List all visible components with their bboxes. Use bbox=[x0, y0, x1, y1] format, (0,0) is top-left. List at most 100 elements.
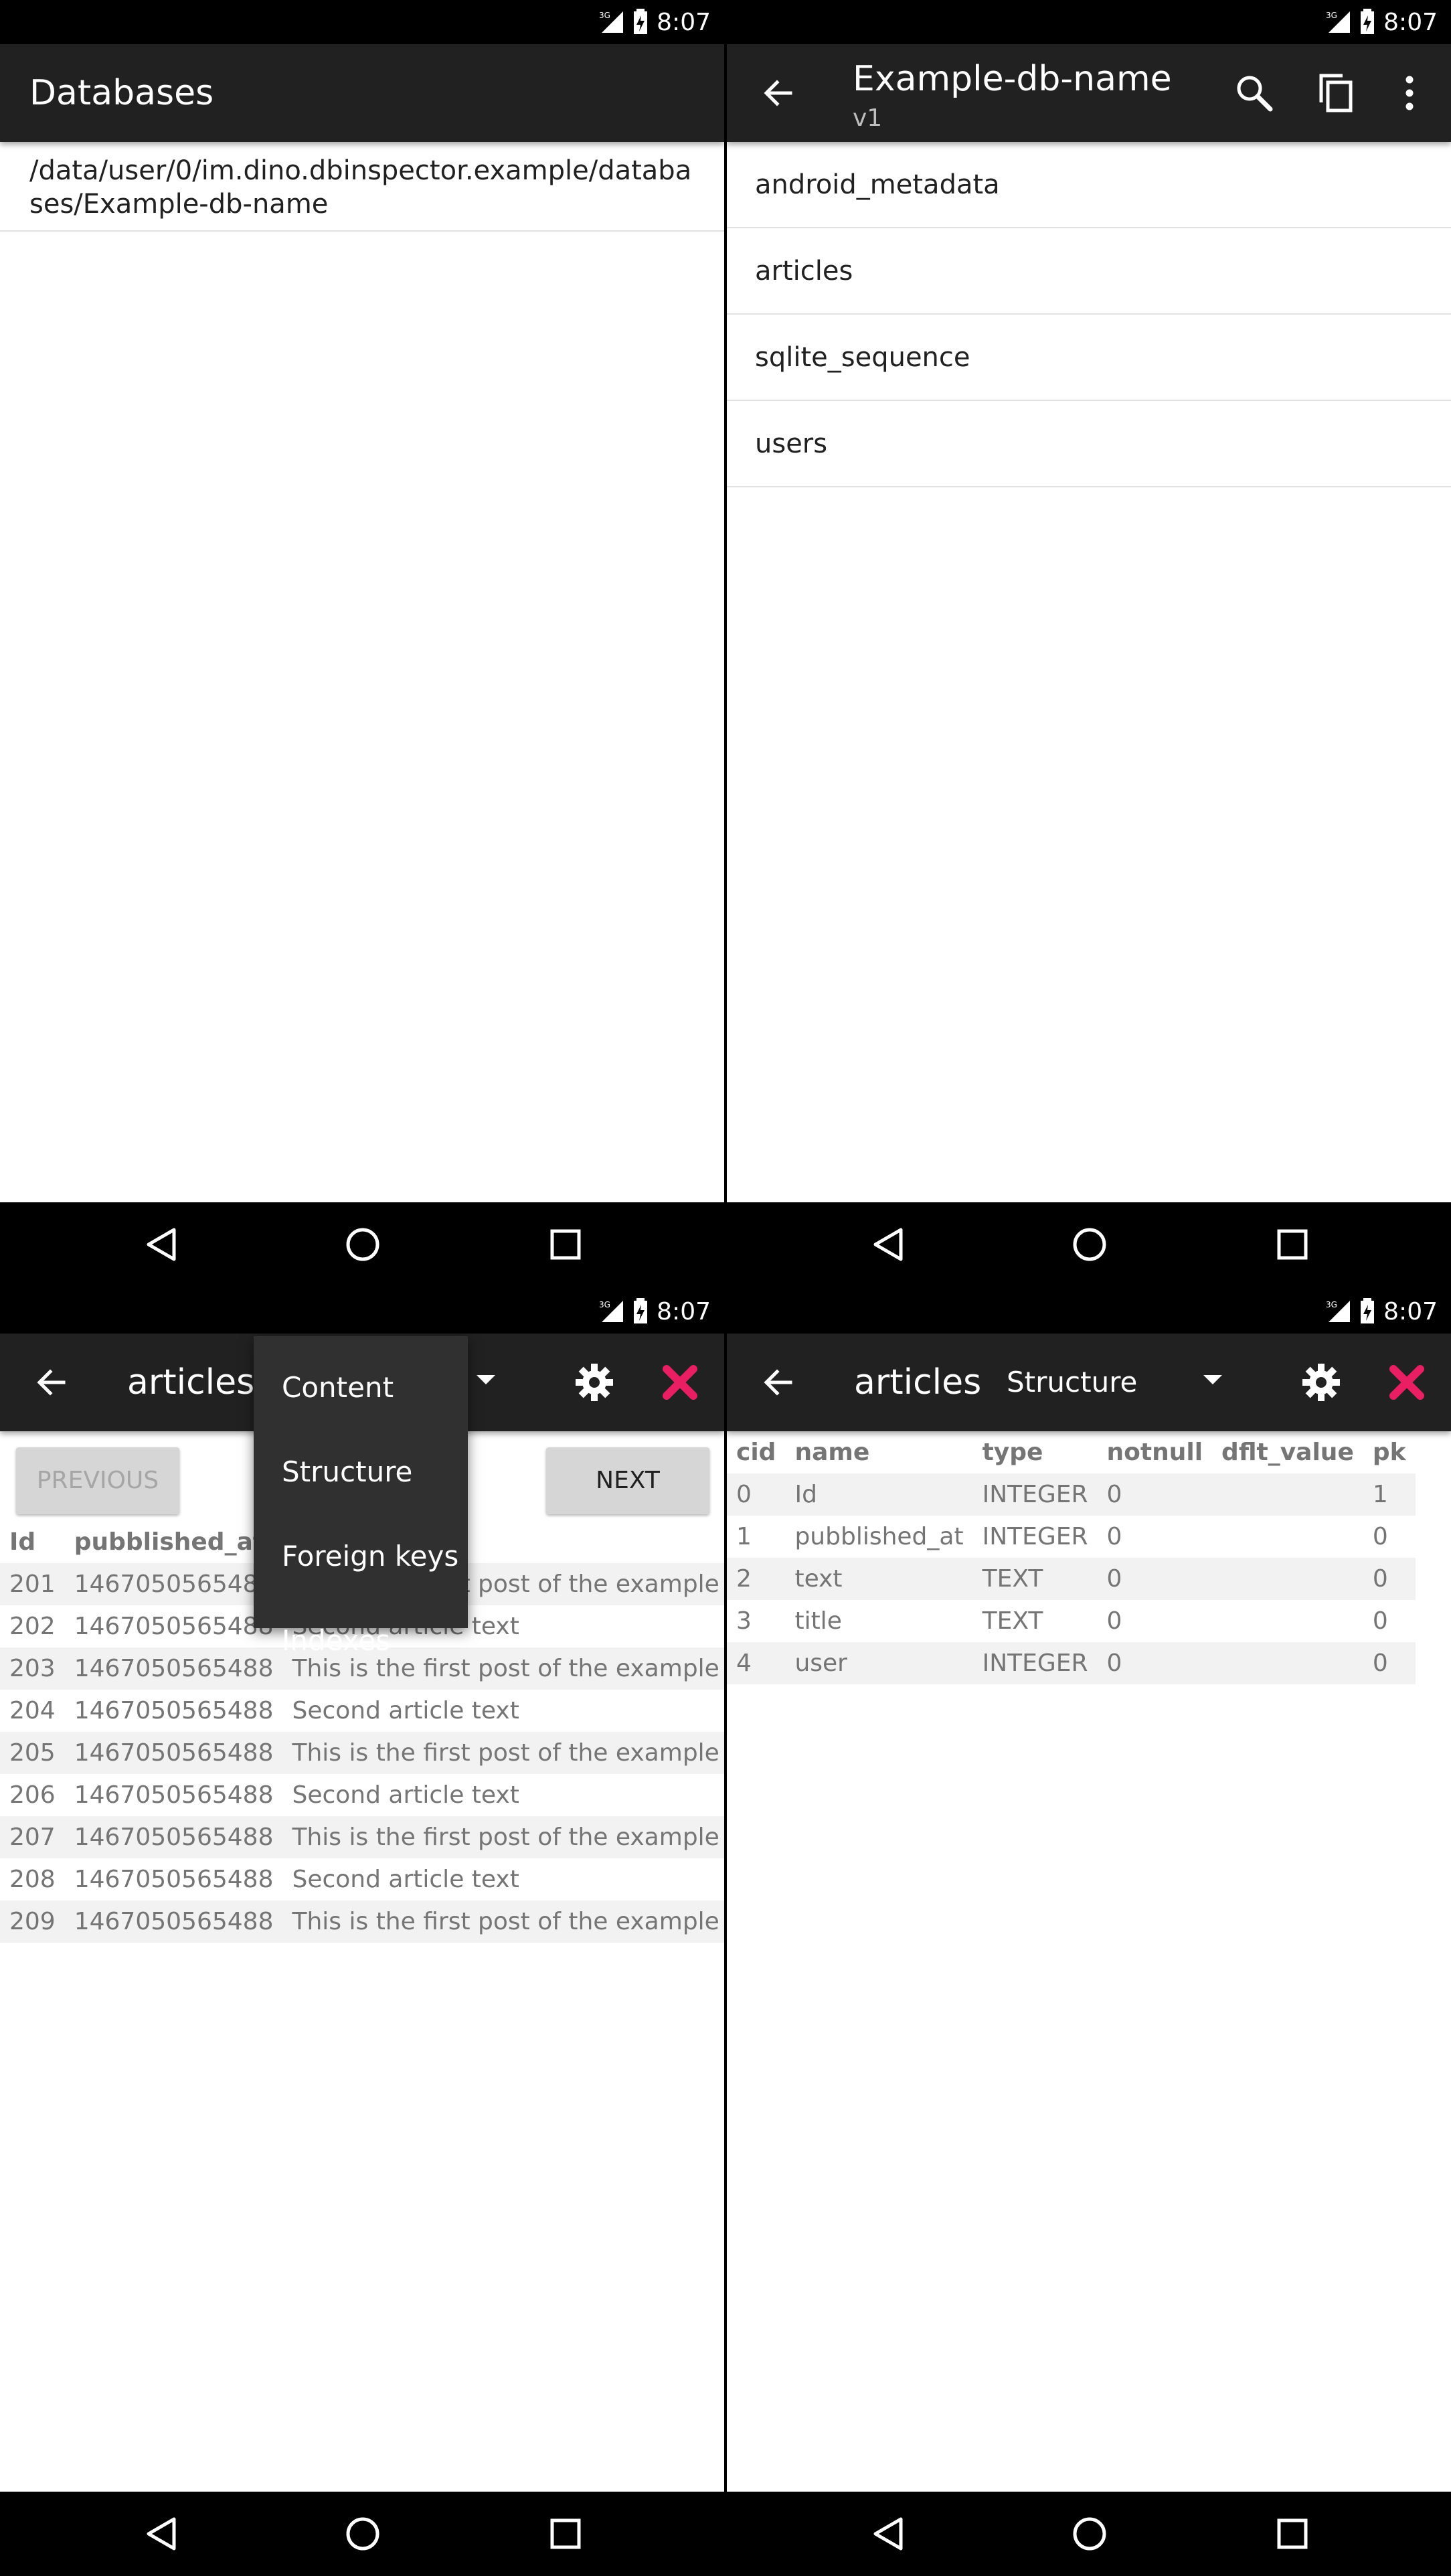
database-list-item[interactable]: /data/user/0/im.dino.dbinspector.example… bbox=[0, 142, 724, 232]
copy-icon[interactable] bbox=[1312, 69, 1360, 117]
table-cell: Second article text bbox=[292, 1781, 519, 1809]
close-icon[interactable] bbox=[1383, 1358, 1431, 1406]
table-title: articles bbox=[127, 1362, 255, 1402]
menu-item-structure[interactable]: Structure bbox=[254, 1430, 468, 1514]
table-cell: 0 bbox=[1372, 1523, 1388, 1550]
page-title: Databases bbox=[29, 73, 214, 113]
battery-charging-icon bbox=[1361, 9, 1375, 34]
table-cell: 201 bbox=[0, 1563, 65, 1605]
settings-gear-icon[interactable] bbox=[1297, 1358, 1345, 1406]
battery-charging-icon bbox=[634, 9, 648, 34]
table-cell bbox=[1212, 1642, 1363, 1684]
table-cell: 203 bbox=[0, 1647, 65, 1690]
svg-text:3G: 3G bbox=[1326, 1300, 1337, 1309]
table-cell: user bbox=[785, 1642, 973, 1684]
table-row[interactable]: 2 text TEXT 0 0 bbox=[727, 1558, 1416, 1600]
table-row[interactable]: 2041467050565488Second article textS bbox=[0, 1690, 724, 1732]
battery-charging-icon bbox=[634, 1298, 648, 1323]
table-row[interactable]: 2101467050565488Second article textS bbox=[0, 1943, 724, 1949]
nav-back-icon[interactable] bbox=[867, 1224, 908, 1265]
status-bar: 3G 8:07 bbox=[0, 1289, 724, 1334]
table-row[interactable]: 207 1467050565488 This is the first post o… bbox=[0, 1816, 724, 1858]
nav-home-icon[interactable] bbox=[1070, 2514, 1110, 2554]
nav-recents-icon[interactable] bbox=[545, 1224, 586, 1265]
table-row[interactable]: 1 pubblished_at INTEGER 0 0 bbox=[727, 1516, 1416, 1558]
nav-back-icon[interactable] bbox=[141, 2514, 181, 2554]
battery-charging-icon bbox=[1361, 1298, 1375, 1323]
table-cell: 1467050565488 bbox=[64, 1563, 283, 1605]
table-list-item[interactable]: users bbox=[727, 401, 1451, 487]
back-arrow-icon[interactable] bbox=[756, 71, 800, 115]
signal-3g-icon: 3G bbox=[599, 1300, 624, 1322]
status-time: 8:07 bbox=[1383, 8, 1438, 36]
table-cell: 1467050565488 bbox=[74, 1613, 274, 1640]
table-list-item[interactable]: android_metadata bbox=[727, 142, 1451, 228]
table-cell: 1467050565488 bbox=[65, 1943, 283, 1949]
svg-text:3G: 3G bbox=[1326, 11, 1337, 20]
nav-back-icon[interactable] bbox=[141, 1224, 181, 1265]
table-row[interactable]: 205 1467050565488 This is the first post o… bbox=[0, 1732, 724, 1774]
table-cell: 207 bbox=[0, 1816, 65, 1858]
table-cell: This is the first post of the example ap… bbox=[282, 1901, 724, 1943]
back-arrow-icon[interactable] bbox=[29, 1360, 74, 1404]
menu-item-foreign-keys[interactable]: Foreign keys bbox=[254, 1514, 468, 1599]
table-header-row: cid name type notnull dflt_value pk bbox=[727, 1431, 1416, 1473]
column-header: name bbox=[794, 1439, 870, 1466]
table-row[interactable]: 2061467050565488Second article textS bbox=[0, 1774, 724, 1816]
view-mode-spinner[interactable]: Structure bbox=[1007, 1334, 1137, 1431]
table-cell: 205 bbox=[0, 1732, 65, 1774]
table-cell: 206 bbox=[9, 1781, 56, 1809]
dropdown-arrow-icon[interactable] bbox=[477, 1375, 495, 1384]
db-version: v1 bbox=[853, 104, 883, 132]
previous-button[interactable]: PREVIOUS bbox=[16, 1447, 179, 1514]
nav-home-icon[interactable] bbox=[343, 1224, 383, 1265]
next-button[interactable]: NEXT bbox=[546, 1447, 709, 1514]
table-cell bbox=[1212, 1600, 1363, 1642]
menu-item-indexes[interactable]: Indexes bbox=[254, 1599, 468, 1683]
table-cell: 0 bbox=[1363, 1558, 1416, 1600]
table-cell: 4 bbox=[727, 1642, 786, 1684]
structure-table: cid name type notnull dflt_value pk 0 Id INTEGER… bbox=[727, 1431, 1416, 1684]
table-row[interactable]: 209 1467050565488 This is the first post o… bbox=[0, 1901, 724, 1943]
table-cell: INTEGER bbox=[972, 1473, 1098, 1516]
table-list-item[interactable]: articles bbox=[727, 228, 1451, 315]
table-cell: 209 bbox=[0, 1901, 65, 1943]
table-cell: 0 bbox=[1097, 1558, 1213, 1600]
close-icon[interactable] bbox=[656, 1358, 704, 1406]
nav-recents-icon[interactable] bbox=[1272, 1224, 1312, 1265]
column-header: dflt_value bbox=[1221, 1439, 1354, 1466]
table-cell: 1467050565488 bbox=[64, 1647, 283, 1690]
search-icon[interactable] bbox=[1230, 69, 1278, 117]
view-mode-menu: Content Structure Foreign keys Indexes bbox=[254, 1336, 468, 1657]
table-row[interactable]: 3 title TEXT 0 0 bbox=[727, 1600, 1416, 1642]
nav-recents-icon[interactable] bbox=[545, 2514, 586, 2554]
back-arrow-icon[interactable] bbox=[756, 1360, 800, 1404]
table-cell: 2 bbox=[727, 1558, 786, 1600]
table-cell: 1467050565488 bbox=[74, 1697, 274, 1724]
table-cell: 202 bbox=[9, 1613, 56, 1640]
table-cell: 1467050565488 bbox=[74, 1866, 274, 1893]
settings-gear-icon[interactable] bbox=[570, 1358, 618, 1406]
status-time: 8:07 bbox=[657, 1297, 711, 1325]
table-cell: pubblished_at bbox=[794, 1523, 964, 1550]
table-cell bbox=[1212, 1473, 1363, 1516]
table-row[interactable]: 4 user INTEGER 0 0 bbox=[727, 1642, 1416, 1684]
table-list-item[interactable]: sqlite_sequence bbox=[727, 315, 1451, 401]
table-row[interactable]: 2081467050565488Second article textS bbox=[0, 1858, 724, 1901]
nav-recents-icon[interactable] bbox=[1272, 2514, 1312, 2554]
table-cell: TEXT bbox=[982, 1607, 1043, 1635]
table-cell: 0 bbox=[1363, 1642, 1416, 1684]
navigation-bar bbox=[727, 2492, 1451, 2576]
table-cell: This is the first post of the example ap… bbox=[282, 1816, 724, 1858]
nav-home-icon[interactable] bbox=[1070, 1224, 1110, 1265]
signal-3g-icon: 3G bbox=[1326, 1300, 1351, 1322]
nav-home-icon[interactable] bbox=[343, 2514, 383, 2554]
db-title: Example-db-name bbox=[853, 59, 1172, 99]
menu-item-content[interactable]: Content bbox=[254, 1346, 468, 1430]
nav-back-icon[interactable] bbox=[867, 2514, 908, 2554]
table-row[interactable]: 0 Id INTEGER 0 1 bbox=[727, 1473, 1416, 1516]
more-vert-icon[interactable] bbox=[1385, 69, 1434, 117]
table-cell: 1 bbox=[1363, 1473, 1416, 1516]
table-cell: 0 bbox=[727, 1473, 786, 1516]
dropdown-arrow-icon[interactable] bbox=[1203, 1375, 1222, 1384]
